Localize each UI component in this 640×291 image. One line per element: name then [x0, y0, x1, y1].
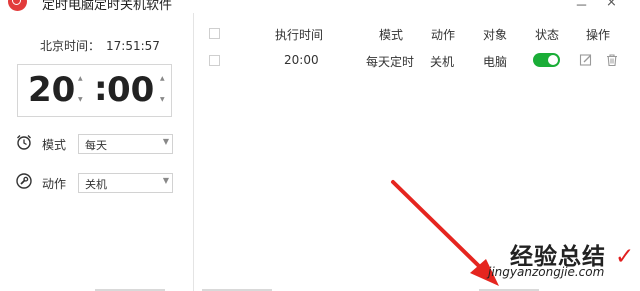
edit-icon[interactable]: [579, 53, 593, 67]
time-separator: :: [94, 69, 108, 109]
current-time-label: 北京时间：: [40, 39, 101, 53]
minute-up-icon[interactable]: ▲: [160, 75, 165, 82]
hour-down-icon[interactable]: ▼: [78, 96, 83, 103]
header-mode: 模式: [379, 28, 404, 42]
row-checkbox[interactable]: [209, 55, 220, 66]
row-time: 20:00: [284, 53, 319, 67]
time-picker: 20 ▲ ▼ : 00 ▲ ▼: [17, 64, 172, 117]
current-time-value: 17:51:57: [106, 39, 160, 53]
wrench-icon: [16, 173, 32, 189]
mode-label: 模式: [42, 138, 67, 152]
minute-field[interactable]: 00: [107, 69, 154, 111]
status-toggle[interactable]: [533, 53, 560, 67]
header-target: 对象: [483, 28, 508, 42]
mode-select-value: 每天: [85, 139, 107, 152]
check-mark-icon: ✓: [606, 244, 636, 270]
hour-up-icon[interactable]: ▲: [78, 75, 83, 82]
hour-field[interactable]: 20: [28, 69, 75, 111]
toggle-knob: [548, 55, 558, 65]
row-target: 电脑: [483, 55, 508, 69]
chevron-down-icon: ▼: [162, 176, 169, 185]
settings-panel: 北京时间： 17:51:57 20 ▲ ▼ : 00 ▲ ▼ 模式 每天 ▼ 动作…: [0, 13, 194, 291]
row-action: 关机: [430, 55, 455, 69]
window-title: 定时电脑定时关机软件: [42, 0, 173, 13]
header-time: 执行时间: [275, 28, 324, 42]
close-button[interactable]: ×: [606, 0, 617, 10]
header-ops: 操作: [586, 28, 611, 42]
select-all-checkbox[interactable]: [209, 28, 220, 39]
row-mode: 每天定时: [366, 55, 415, 69]
action-select[interactable]: 关机 ▼: [78, 173, 173, 193]
trash-icon[interactable]: [605, 53, 619, 67]
watermark-url: jingyanzongjie.com: [488, 265, 605, 279]
chevron-down-icon: ▼: [162, 137, 169, 146]
action-select-value: 关机: [85, 178, 107, 191]
minimize-button[interactable]: －: [575, 0, 588, 13]
action-label: 动作: [42, 177, 67, 191]
app-logo-icon: [8, 0, 27, 11]
header-status: 状态: [535, 28, 560, 42]
minute-down-icon[interactable]: ▼: [160, 96, 165, 103]
title-bar: 定时电脑定时关机软件 － ×: [0, 0, 640, 13]
current-time: 北京时间： 17:51:57: [40, 37, 160, 54]
mode-select[interactable]: 每天 ▼: [78, 134, 173, 154]
alarm-clock-icon: [17, 135, 31, 150]
header-action: 动作: [431, 28, 456, 42]
